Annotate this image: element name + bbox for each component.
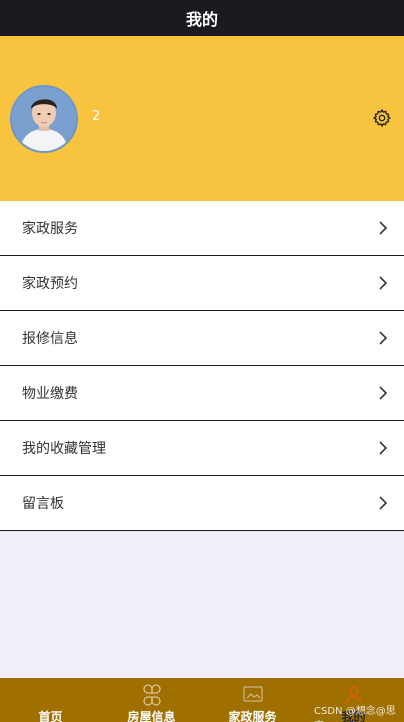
tab-home[interactable]: 首页 — [0, 678, 101, 722]
tab-label: 首页 — [38, 710, 63, 722]
tab-housekeeping[interactable]: 家政服务 — [202, 678, 303, 722]
chevron-right-icon — [379, 331, 388, 345]
chevron-right-icon — [379, 221, 388, 235]
profile-header: 2 — [0, 36, 404, 201]
person-icon — [345, 686, 362, 704]
menu-item-label: 家政预约 — [22, 276, 78, 292]
menu-item-favorites[interactable]: 我的收藏管理 — [0, 421, 404, 476]
top-bar: 我的 — [0, 0, 404, 36]
menu-item-label: 物业缴费 — [22, 386, 78, 402]
chevron-right-icon — [379, 276, 388, 290]
tab-house-info[interactable]: 房屋信息 — [101, 678, 202, 722]
menu-item-housekeeping-booking[interactable]: 家政预约 — [0, 256, 404, 311]
tab-label: 家政服务 — [228, 710, 277, 722]
menu-item-label: 报修信息 — [22, 331, 78, 347]
menu-list: 家政服务 家政预约 报修信息 物业缴费 我的收藏管理 留言板 — [0, 201, 404, 531]
menu-item-label: 我的收藏管理 — [22, 441, 106, 457]
page-title: 我的 — [185, 10, 218, 29]
watermark: CSDN @想念@思恋 — [314, 706, 396, 722]
user-photo — [12, 87, 76, 151]
chevron-right-icon — [379, 386, 388, 400]
menu-item-label: 留言板 — [22, 496, 64, 512]
menu-item-housekeeping-service[interactable]: 家政服务 — [0, 201, 404, 256]
menu-item-property-fee[interactable]: 物业缴费 — [0, 366, 404, 421]
clover-grid-icon — [142, 684, 161, 706]
avatar[interactable] — [10, 85, 78, 153]
chevron-right-icon — [379, 441, 388, 455]
username: 2 — [92, 109, 101, 124]
image-frame-icon — [242, 686, 263, 702]
chevron-right-icon — [379, 496, 388, 510]
menu-item-message-board[interactable]: 留言板 — [0, 476, 404, 531]
tab-label: 房屋信息 — [127, 710, 176, 722]
menu-item-repair-info[interactable]: 报修信息 — [0, 311, 404, 366]
menu-item-label: 家政服务 — [22, 221, 78, 237]
gear-icon[interactable] — [372, 108, 392, 128]
